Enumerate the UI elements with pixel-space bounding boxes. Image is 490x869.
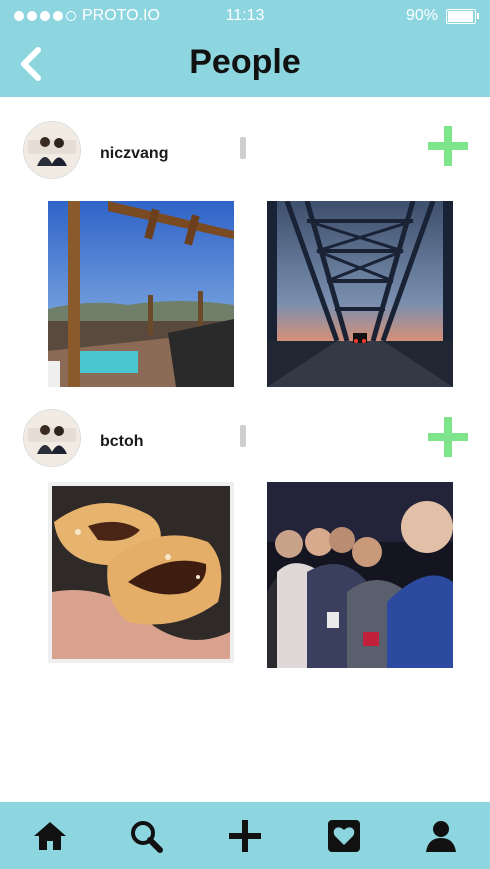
plus-icon	[428, 126, 468, 166]
username[interactable]: niczvang	[100, 145, 168, 163]
username[interactable]: bctoh	[100, 433, 144, 451]
photo-thumbnail[interactable]	[267, 201, 453, 387]
divider-mark	[240, 137, 246, 159]
photo-thumbnail[interactable]	[48, 482, 234, 663]
avatar[interactable]	[23, 121, 81, 179]
plus-icon	[428, 417, 468, 457]
status-bar: PROTO.IO 11:13 90%	[0, 0, 490, 30]
page-title: People	[189, 43, 301, 81]
top-bar: PROTO.IO 11:13 90% People	[0, 0, 490, 97]
photo-image	[267, 201, 453, 387]
divider-mark	[240, 425, 246, 447]
battery-status: 90%	[405, 7, 479, 25]
heart-icon	[328, 820, 360, 852]
home-icon	[34, 822, 66, 850]
follow-button[interactable]	[426, 124, 470, 168]
photo-image	[267, 482, 453, 668]
photo-image	[48, 482, 234, 663]
tab-add[interactable]	[225, 816, 265, 856]
photo-image	[48, 201, 234, 387]
tab-bar	[0, 802, 490, 869]
battery-icon	[446, 8, 479, 24]
plus-icon	[229, 820, 261, 852]
follow-button[interactable]	[426, 415, 470, 459]
tab-search[interactable]	[126, 816, 166, 856]
tab-activity[interactable]	[324, 816, 364, 856]
avatar[interactable]	[23, 409, 81, 467]
photo-thumbnail[interactable]	[267, 482, 453, 668]
search-icon	[131, 821, 163, 853]
tab-home[interactable]	[30, 816, 70, 856]
battery-percent: 90%	[405, 7, 438, 24]
person-icon	[426, 821, 456, 852]
tab-profile[interactable]	[421, 816, 461, 856]
photo-thumbnail[interactable]	[48, 201, 234, 387]
